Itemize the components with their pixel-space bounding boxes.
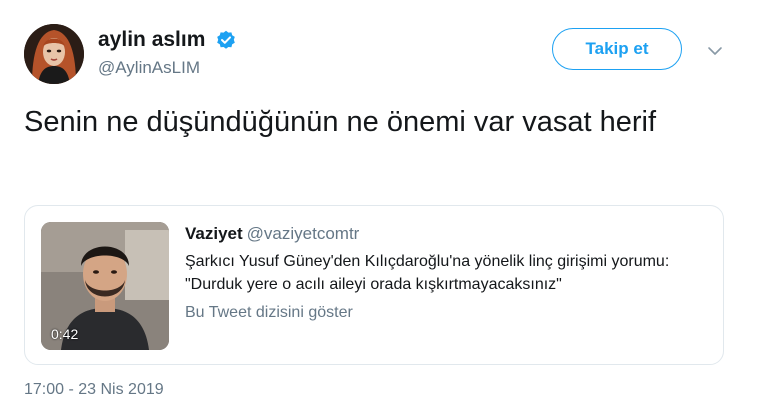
- avatar[interactable]: [24, 24, 84, 84]
- chevron-down-icon[interactable]: [706, 42, 724, 60]
- tweet-header: aylin aslım @AylinAsLIM Takip et: [24, 24, 736, 84]
- show-thread-link[interactable]: Bu Tweet dizisini göster: [185, 304, 710, 322]
- author-info[interactable]: aylin aslım @AylinAsLIM: [98, 28, 236, 78]
- video-duration: 0:42: [51, 326, 79, 342]
- quoted-tweet-card[interactable]: 0:42 Vaziyet @vaziyetcomtr Şarkıcı Yusuf …: [24, 205, 724, 365]
- tweet-text: Senin ne düşündüğünün ne önemi var vasat…: [24, 106, 656, 138]
- author-handle[interactable]: @AylinAsLIM: [98, 58, 236, 78]
- author-display-name[interactable]: aylin aslım: [98, 28, 205, 52]
- verified-badge-icon: [216, 30, 236, 50]
- tweet-timestamp[interactable]: 17:00 - 23 Nis 2019: [24, 381, 164, 399]
- quoted-tweet-text: Şarkıcı Yusuf Güney'den Kılıçdaroğlu'na …: [185, 253, 670, 293]
- quoted-handle[interactable]: @vaziyetcomtr: [247, 224, 360, 243]
- video-thumbnail[interactable]: 0:42: [41, 222, 169, 350]
- quoted-display-name[interactable]: Vaziyet: [185, 224, 243, 243]
- quoted-tweet-body: Vaziyet @vaziyetcomtr Şarkıcı Yusuf Güney…: [185, 224, 710, 322]
- follow-button[interactable]: Takip et: [552, 28, 682, 70]
